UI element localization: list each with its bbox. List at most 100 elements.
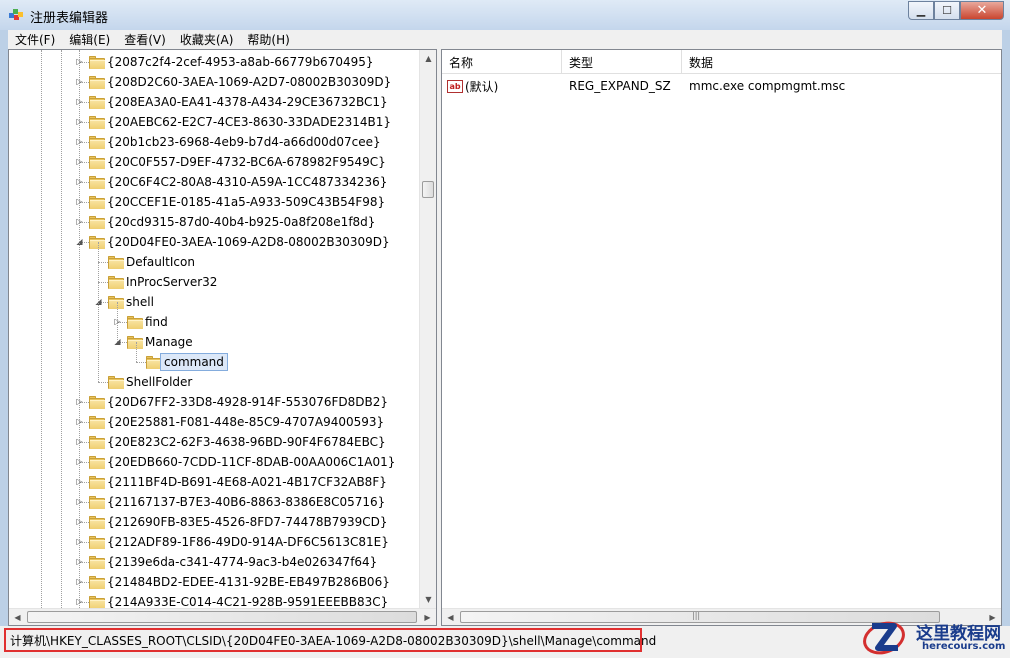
folder-icon — [89, 456, 105, 469]
tree-item[interactable]: ShellFolder — [126, 372, 192, 392]
folder-icon — [89, 476, 105, 489]
tree-item-label: {20C6F4C2-80A8-4310-A59A-1CC487334236} — [107, 175, 388, 189]
tree-item[interactable]: {20b1cb23-6968-4eb9-b7d4-a66d00d07cee} — [107, 132, 381, 152]
column-header-data[interactable]: 数据 — [682, 50, 1001, 74]
tree-item-label: {20b1cb23-6968-4eb9-b7d4-a66d00d07cee} — [107, 135, 381, 149]
tree-item[interactable]: {212690FB-83E5-4526-8FD7-74478B7939CD} — [107, 512, 388, 532]
tree-guide-line — [136, 342, 137, 362]
folder-icon — [108, 276, 124, 289]
tree-item[interactable]: {208D2C60-3AEA-1069-A2D7-08002B30309D} — [107, 72, 391, 92]
folder-icon — [89, 76, 105, 89]
tree-item[interactable]: {20D04FE0-3AEA-1069-A2D8-08002B30309D} — [107, 232, 390, 252]
tree-vertical-scrollbar[interactable]: ▲ ▼ — [419, 50, 436, 608]
tree-item[interactable]: find — [145, 312, 168, 332]
list-item[interactable]: ab (默认) REG_EXPAND_SZ mmc.exe compmgmt.m… — [442, 76, 1001, 96]
value-list: 名称 类型 数据 ab (默认) REG_EXPAND_SZ mmc.exe c… — [441, 49, 1002, 626]
folder-icon — [89, 56, 105, 69]
window-controls: ▁ ☐ ✕ — [908, 1, 1004, 21]
tree-item-label: {20C0F557-D9EF-4732-BC6A-678982F9549C} — [107, 155, 386, 169]
value-name: (默认) — [465, 79, 499, 94]
menu-view[interactable]: 查看(V) — [117, 31, 173, 48]
tree-item[interactable]: DefaultIcon — [126, 252, 195, 272]
tree-item[interactable]: InProcServer32 — [126, 272, 217, 292]
folder-icon — [89, 96, 105, 109]
folder-icon — [89, 396, 105, 409]
tree-item-label: {20D04FE0-3AEA-1069-A2D8-08002B30309D} — [107, 235, 390, 249]
tree-item-label: {2139e6da-c341-4774-9ac3-b4e026347f64} — [107, 555, 378, 569]
tree-item-label: {20AEBC62-E2C7-4CE3-8630-33DADE2314B1} — [107, 115, 392, 129]
folder-icon — [89, 516, 105, 529]
tree-item-label: shell — [126, 295, 154, 309]
tree-item[interactable]: {2139e6da-c341-4774-9ac3-b4e026347f64} — [107, 552, 377, 572]
folder-icon — [89, 196, 105, 209]
tree-item-label: {2087c2f4-2cef-4953-a8ab-66779b670495} — [107, 55, 374, 69]
menu-help[interactable]: 帮助(H) — [240, 31, 296, 48]
status-path: 计算机\HKEY_CLASSES_ROOT\CLSID\{20D04FE0-3A… — [4, 628, 656, 652]
string-value-icon: ab — [447, 79, 463, 93]
tree-item[interactable]: {21167137-B7E3-40B6-8863-8386E8C05716} — [107, 492, 385, 512]
tree-item-label: {20CCEF1E-0185-41a5-A933-509C43B54F98} — [107, 195, 386, 209]
open-folder-icon — [108, 296, 124, 309]
scroll-left-arrow-icon[interactable]: ◀ — [9, 609, 26, 625]
folder-icon — [89, 156, 105, 169]
menu-file[interactable]: 文件(F) — [8, 31, 62, 48]
tree-item[interactable]: {20D67FF2-33D8-4928-914F-553076FD8DB2} — [107, 392, 388, 412]
close-button[interactable]: ✕ — [960, 1, 1004, 20]
window-title: 注册表编辑器 — [30, 11, 109, 26]
menu-edit[interactable]: 编辑(E) — [62, 31, 117, 48]
scroll-down-arrow-icon[interactable]: ▼ — [420, 591, 436, 608]
tree-item-label: {21167137-B7E3-40B6-8863-8386E8C05716} — [107, 495, 386, 509]
tree-item[interactable]: {20AEBC62-E2C7-4CE3-8630-33DADE2314B1} — [107, 112, 391, 132]
tree-item-label: {2111BF4D-B691-4E68-A021-4B17CF32AB8F} — [107, 475, 387, 489]
tree-item-label: Manage — [145, 335, 193, 349]
value-data: mmc.exe compmgmt.msc — [689, 79, 846, 93]
tree-item-label: command — [160, 353, 228, 371]
watermark: 这里教程网 herecours.com — [862, 614, 1008, 658]
tree-horizontal-scrollbar[interactable]: ◀ ▶ — [9, 608, 436, 625]
tree-guide-line — [79, 50, 80, 608]
maximize-button[interactable]: ☐ — [934, 1, 960, 20]
scroll-right-arrow-icon[interactable]: ▶ — [419, 609, 436, 625]
tree-item[interactable]: {20EDB660-7CDD-11CF-8DAB-00AA006C1A01} — [107, 452, 395, 472]
tree-item[interactable]: {20E823C2-62F3-4638-96BD-90F4F6784EBC} — [107, 432, 386, 452]
tree-item[interactable]: {20C0F557-D9EF-4732-BC6A-678982F9549C} — [107, 152, 386, 172]
column-header-name[interactable]: 名称 — [442, 50, 562, 74]
tree-item[interactable]: command — [160, 352, 228, 372]
folder-icon — [89, 576, 105, 589]
scroll-left-arrow-icon[interactable]: ◀ — [442, 609, 459, 625]
folder-icon — [108, 376, 124, 389]
status-bar: 计算机\HKEY_CLASSES_ROOT\CLSID\{20D04FE0-3A… — [0, 626, 1010, 658]
tree-item[interactable]: {20CCEF1E-0185-41a5-A933-509C43B54F98} — [107, 192, 385, 212]
folder-icon — [89, 556, 105, 569]
folder-icon — [89, 496, 105, 509]
tree-item[interactable]: shell — [126, 292, 154, 312]
tree-item-label: {21484BD2-EDEE-4131-92BE-EB497B286B06} — [107, 575, 390, 589]
watermark-logo-icon — [863, 621, 905, 655]
tree-item[interactable]: {20E25881-F081-448e-85C9-4707A9400593} — [107, 412, 384, 432]
tree-item-label: {208D2C60-3AEA-1069-A2D7-08002B30309D} — [107, 75, 392, 89]
tree-item-label: {208EA3A0-EA41-4378-A434-29CE36732BC1} — [107, 95, 388, 109]
tree-guide-line — [98, 242, 99, 382]
minimize-button[interactable]: ▁ — [908, 1, 934, 20]
column-header-type[interactable]: 类型 — [562, 50, 682, 74]
tree-item[interactable]: {208EA3A0-EA41-4378-A434-29CE36732BC1} — [107, 92, 388, 112]
tree-item[interactable]: {2111BF4D-B691-4E68-A021-4B17CF32AB8F} — [107, 472, 387, 492]
tree-item-label: {20E25881-F081-448e-85C9-4707A9400593} — [107, 415, 385, 429]
tree-item-label: find — [145, 315, 168, 329]
scroll-up-arrow-icon[interactable]: ▲ — [420, 50, 436, 67]
menu-favorites[interactable]: 收藏夹(A) — [173, 31, 241, 48]
tree-item[interactable]: {20C6F4C2-80A8-4310-A59A-1CC487334236} — [107, 172, 387, 192]
tree-item[interactable]: {212ADF89-1F86-49D0-914A-DF6C5613C81E} — [107, 532, 389, 552]
tree-item[interactable]: {2087c2f4-2cef-4953-a8ab-66779b670495} — [107, 52, 374, 72]
tree-vscroll-thumb[interactable] — [422, 181, 434, 198]
tree-item-label: {20EDB660-7CDD-11CF-8DAB-00AA006C1A01} — [107, 455, 396, 469]
tree-item-label: {212ADF89-1F86-49D0-914A-DF6C5613C81E} — [107, 535, 389, 549]
watermark-subtitle: herecours.com — [922, 641, 1006, 652]
tree-item[interactable]: Manage — [145, 332, 193, 352]
tree-item-label: {20E823C2-62F3-4638-96BD-90F4F6784EBC} — [107, 435, 386, 449]
tree-item[interactable]: {21484BD2-EDEE-4131-92BE-EB497B286B06} — [107, 572, 390, 592]
tree-item-label: ShellFolder — [126, 375, 193, 389]
tree-guide-line — [61, 50, 62, 608]
tree-hscroll-thumb[interactable] — [27, 611, 417, 623]
tree-item[interactable]: {20cd9315-87d0-40b4-b925-0a8f208e1f8d} — [107, 212, 375, 232]
